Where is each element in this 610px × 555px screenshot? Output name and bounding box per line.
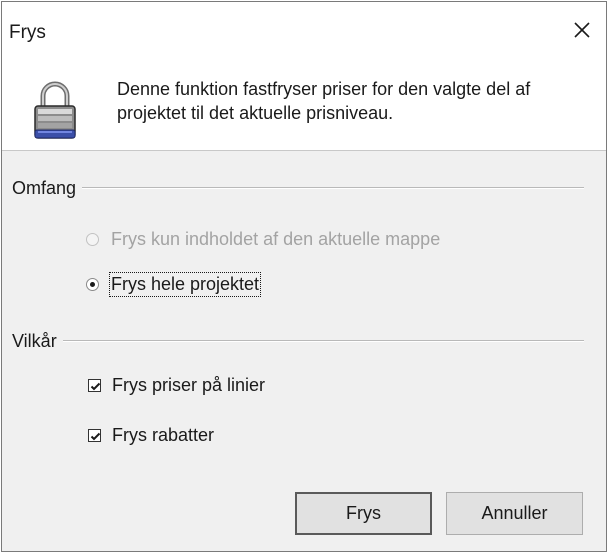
checkmark-icon <box>90 382 101 390</box>
checkbox-line-prices[interactable] <box>88 378 101 392</box>
checkbox-freeze-discounts[interactable]: Frys rabatter <box>88 423 214 447</box>
window-title: Frys <box>9 22 46 43</box>
checkbox-freeze-line-prices[interactable]: Frys priser på linier <box>88 373 265 397</box>
scope-group-label: Omfang <box>12 177 77 198</box>
close-icon <box>574 22 590 38</box>
radio-label-whole-project: Frys hele projektet <box>108 271 262 297</box>
checkbox-label-discounts: Frys rabatter <box>112 424 215 445</box>
checkmark-icon <box>90 432 101 440</box>
header-description: Denne funktion fastfryser priser for den… <box>117 79 531 123</box>
checkbox-discounts[interactable] <box>88 428 101 442</box>
scope-group-header: Omfang <box>12 176 584 200</box>
radio-button-current-folder[interactable] <box>86 232 99 246</box>
conditions-group-header: Vilkår <box>12 329 584 353</box>
radio-button-whole-project[interactable] <box>86 277 99 291</box>
conditions-group-divider <box>62 340 584 342</box>
dialog-header: Denne funktion fastfryser priser for den… <box>2 64 606 151</box>
cancel-button[interactable]: Annuller <box>446 492 583 535</box>
close-button[interactable] <box>568 16 596 44</box>
radio-freeze-current-folder[interactable]: Frys kun indholdet af den aktuelle mappe <box>86 227 440 251</box>
title-bar: Frys <box>2 2 606 64</box>
freeze-button[interactable]: Frys <box>295 492 432 535</box>
conditions-group-label: Vilkår <box>12 330 57 351</box>
freeze-dialog: Frys Denne funktion fastfryser priser fo… <box>1 1 607 552</box>
radio-label-current-folder: Frys kun indholdet af den aktuelle mappe <box>111 228 441 249</box>
checkbox-label-line-prices: Frys priser på linier <box>112 374 266 395</box>
scope-group-divider <box>82 187 584 189</box>
radio-freeze-whole-project[interactable]: Frys hele projektet <box>86 271 262 297</box>
lock-icon <box>33 81 77 143</box>
